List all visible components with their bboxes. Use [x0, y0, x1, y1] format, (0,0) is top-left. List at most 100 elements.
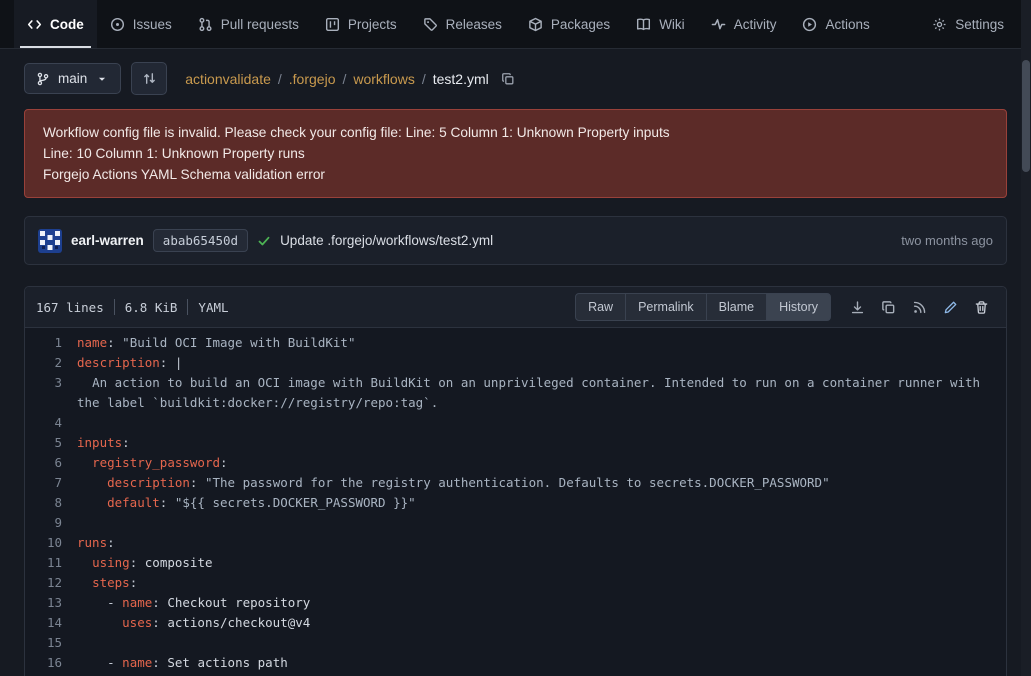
line-content: [77, 413, 1006, 433]
breadcrumb-current: test2.yml: [433, 71, 489, 87]
issue-icon: [110, 17, 125, 32]
file-header: 167 lines 6.8 KiB YAML RawPermalinkBlame…: [25, 287, 1006, 328]
breadcrumb-link[interactable]: workflows: [353, 71, 414, 87]
file-size: 6.8 KiB: [125, 300, 178, 315]
error-line: Line: 10 Column 1: Unknown Property runs: [43, 143, 988, 164]
tab-code[interactable]: Code: [14, 0, 97, 48]
code-line: 5inputs:: [25, 433, 1006, 453]
code-line: 3 An action to build an OCI image with B…: [25, 373, 1006, 413]
code-line: 16 - name: Set actions path: [25, 653, 1006, 673]
copy-path-button[interactable]: [501, 72, 515, 86]
copy-icon: [501, 72, 515, 86]
line-content: steps:: [77, 573, 1006, 593]
code-line: 15: [25, 633, 1006, 653]
book-icon: [636, 17, 651, 32]
breadcrumb-separator: /: [342, 71, 346, 87]
line-number[interactable]: 4: [25, 413, 77, 433]
line-number[interactable]: 6: [25, 453, 77, 473]
breadcrumb-separator: /: [278, 71, 282, 87]
file-lines-count: 167 lines: [36, 300, 104, 315]
gear-icon: [932, 17, 947, 32]
line-number[interactable]: 11: [25, 553, 77, 573]
code-line: 11 using: composite: [25, 553, 1006, 573]
avatar[interactable]: [38, 229, 62, 253]
file-meta: 167 lines 6.8 KiB YAML: [36, 299, 229, 315]
line-number[interactable]: 2: [25, 353, 77, 373]
check-icon[interactable]: [257, 234, 271, 248]
compare-icon: [142, 71, 157, 86]
line-number[interactable]: 1: [25, 333, 77, 353]
line-number[interactable]: 14: [25, 613, 77, 633]
tag-icon: [423, 17, 438, 32]
line-number[interactable]: 5: [25, 433, 77, 453]
tab-label: Wiki: [659, 17, 685, 32]
line-number[interactable]: 7: [25, 473, 77, 493]
copy-button[interactable]: [874, 293, 902, 321]
tab-settings[interactable]: Settings: [919, 0, 1017, 48]
line-content: uses: actions/checkout@v4: [77, 613, 1006, 633]
code-line: 10runs:: [25, 533, 1006, 553]
tab-activity[interactable]: Activity: [698, 0, 790, 48]
code-line: 8 default: "${{ secrets.DOCKER_PASSWORD …: [25, 493, 1006, 513]
activity-icon: [711, 17, 726, 32]
line-content: name: "Build OCI Image with BuildKit": [77, 333, 1006, 353]
line-number[interactable]: 10: [25, 533, 77, 553]
pull-request-icon: [198, 17, 213, 32]
tab-label: Actions: [825, 17, 869, 32]
line-content: - name: Set actions path: [77, 653, 1006, 673]
line-number[interactable]: 15: [25, 633, 77, 653]
line-content: using: composite: [77, 553, 1006, 573]
line-number[interactable]: 13: [25, 593, 77, 613]
tab-packages[interactable]: Packages: [515, 0, 623, 48]
blame-button[interactable]: Blame: [706, 293, 767, 321]
line-number[interactable]: 16: [25, 653, 77, 673]
error-banner-lines: Workflow config file is invalid. Please …: [43, 122, 988, 185]
rss-icon: [912, 300, 927, 315]
raw-button[interactable]: Raw: [575, 293, 626, 321]
tab-wiki[interactable]: Wiki: [623, 0, 698, 48]
commit-message[interactable]: Update .forgejo/workflows/test2.yml: [280, 233, 493, 248]
code-line: 6 registry_password:: [25, 453, 1006, 473]
trash-button[interactable]: [967, 293, 995, 321]
branch-bar: main actionvalidate/.forgejo/workflows/t…: [24, 62, 1007, 95]
pencil-button[interactable]: [936, 293, 964, 321]
line-content: An action to build an OCI image with Bui…: [77, 373, 1006, 413]
copy-icon: [881, 300, 896, 315]
line-content: description: |: [77, 353, 1006, 373]
tab-label: Code: [50, 17, 84, 32]
history-button[interactable]: History: [766, 293, 831, 321]
commit-bar: earl-warren abab65450d Update .forgejo/w…: [24, 216, 1007, 265]
tab-releases[interactable]: Releases: [410, 0, 515, 48]
line-content: - name: Checkout repository: [77, 593, 1006, 613]
tab-pull-requests[interactable]: Pull requests: [185, 0, 312, 48]
tab-label: Activity: [734, 17, 777, 32]
commit-hash[interactable]: abab65450d: [153, 229, 248, 252]
caret-down-icon: [95, 72, 109, 86]
download-button[interactable]: [843, 293, 871, 321]
line-number[interactable]: 9: [25, 513, 77, 533]
commit-author[interactable]: earl-warren: [71, 233, 144, 248]
breadcrumb: actionvalidate/.forgejo/workflows/test2.…: [185, 71, 488, 87]
line-content: runs:: [77, 533, 1006, 553]
tab-issues[interactable]: Issues: [97, 0, 185, 48]
tab-label: Pull requests: [221, 17, 299, 32]
rss-button[interactable]: [905, 293, 933, 321]
tab-actions[interactable]: Actions: [789, 0, 882, 48]
scrollbar-thumb[interactable]: [1022, 60, 1030, 172]
line-number[interactable]: 3: [25, 373, 77, 413]
line-content: registry_password:: [77, 453, 1006, 473]
trash-icon: [974, 300, 989, 315]
line-number[interactable]: 12: [25, 573, 77, 593]
code-icon: [27, 17, 42, 32]
compare-button[interactable]: [131, 62, 167, 95]
tab-projects[interactable]: Projects: [312, 0, 410, 48]
tab-label: Issues: [133, 17, 172, 32]
line-number[interactable]: 8: [25, 493, 77, 513]
breadcrumb-link[interactable]: .forgejo: [289, 71, 336, 87]
download-icon: [850, 300, 865, 315]
meta-divider: [187, 299, 188, 315]
file-action-icons: [843, 293, 995, 321]
permalink-button[interactable]: Permalink: [625, 293, 707, 321]
breadcrumb-link[interactable]: actionvalidate: [185, 71, 271, 87]
branch-selector[interactable]: main: [24, 63, 121, 94]
